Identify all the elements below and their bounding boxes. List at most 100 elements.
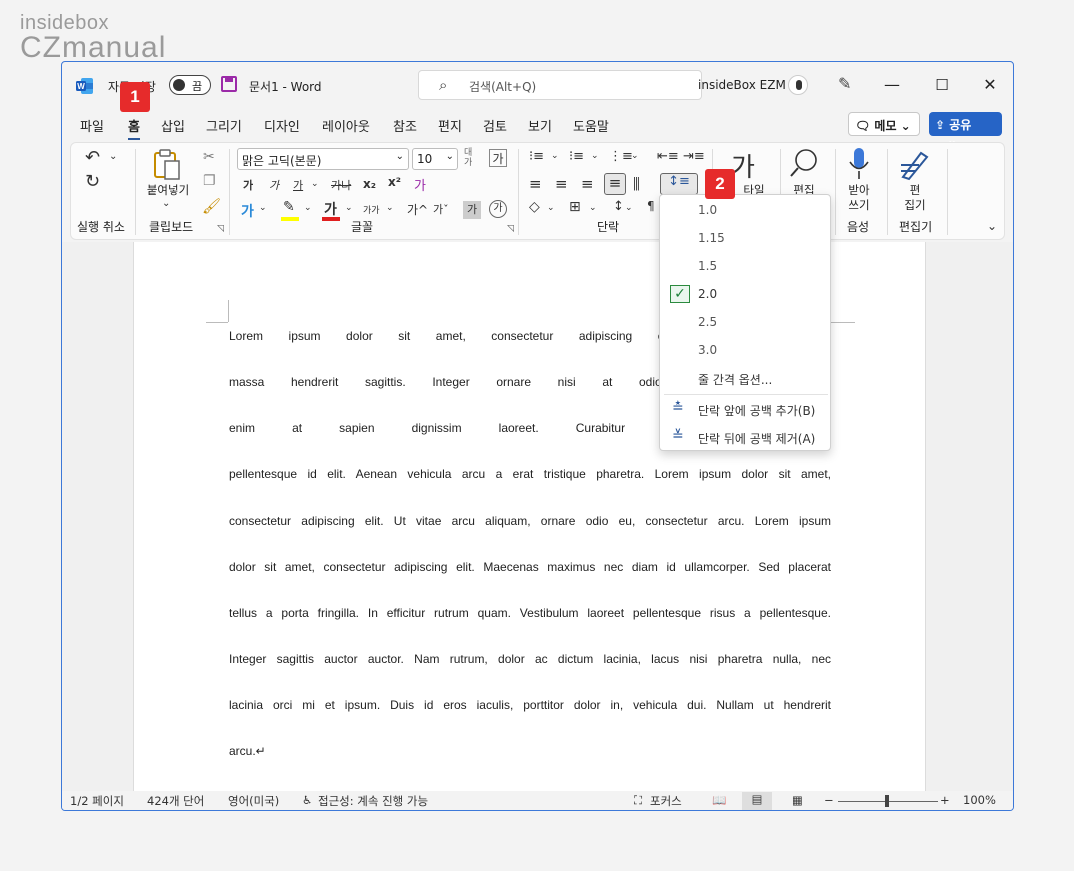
avatar[interactable] (788, 75, 808, 95)
text-effects-icon[interactable]: 가 (414, 175, 426, 194)
multilevel-list-icon[interactable]: ⋮≡ (609, 149, 633, 164)
read-mode-icon[interactable]: 📖 (712, 793, 726, 807)
redo-icon[interactable]: ↻ (85, 171, 100, 192)
chevron-down-icon[interactable]: ⌄ (304, 203, 312, 213)
autosave-toggle[interactable]: 끔 (169, 75, 211, 95)
bold-icon[interactable]: 가 (243, 177, 253, 193)
line-spacing-option[interactable]: 3.0 (660, 338, 830, 362)
editor-label[interactable]: 편 집기 (897, 183, 933, 213)
bullets-icon[interactable]: ⁝≡ (529, 149, 544, 164)
dictate-label[interactable]: 받아 쓰기 (841, 183, 877, 213)
distributed-icon[interactable]: ⫼ (633, 175, 640, 193)
zoom-out-button[interactable]: − (824, 793, 834, 807)
justify-icon[interactable]: ≡ (604, 173, 626, 195)
zoom-in-button[interactable]: + (940, 793, 950, 807)
focus-mode[interactable]: 포커스 (650, 793, 682, 809)
paste-icon[interactable] (153, 149, 183, 181)
copy-icon[interactable]: ❐ (203, 173, 216, 189)
line-spacing-options-item[interactable]: 줄 간격 옵션... (660, 366, 830, 390)
language[interactable]: 영어(미국) (228, 793, 279, 809)
enclose-character-icon[interactable]: 가 (489, 200, 507, 218)
add-space-before-item[interactable]: ≛ 단락 앞에 공백 추가(B) (660, 397, 830, 421)
chevron-down-icon[interactable]: ⌄ (259, 203, 267, 213)
chevron-down-icon[interactable]: ⌄ (589, 203, 597, 213)
line-spacing-option[interactable]: 1.5 (660, 254, 830, 278)
sort-icon[interactable]: ↕ (613, 199, 624, 214)
text-effect-icon[interactable]: 가 (241, 201, 254, 221)
chevron-down-icon[interactable]: ⌄ (311, 179, 319, 189)
character-shading-icon[interactable]: 가 (463, 201, 481, 219)
dialog-launcher-icon[interactable]: ◹ (217, 224, 224, 234)
change-case-icon[interactable]: 가가 (363, 203, 380, 216)
print-layout-icon[interactable]: ▤ (742, 792, 772, 810)
line-spacing-option[interactable]: 1.15 (660, 226, 830, 250)
document-area[interactable]: Lorem ipsum dolor sit amet, consectetur … (62, 242, 1013, 802)
tab-file[interactable]: 파일 (80, 116, 104, 135)
tab-design[interactable]: 디자인 (264, 116, 300, 135)
chevron-down-icon[interactable]: ⌄ (547, 203, 555, 213)
borders-icon[interactable]: ⊞ (569, 199, 581, 215)
superscript-icon[interactable]: x² (388, 175, 401, 189)
increase-indent-icon[interactable]: ⇥≡ (683, 149, 705, 164)
chevron-down-icon[interactable]: ⌄ (162, 198, 170, 209)
chevron-down-icon[interactable]: ⌄ (109, 151, 117, 162)
save-icon[interactable] (221, 76, 237, 92)
paste-label[interactable]: 붙여넣기 (141, 183, 195, 198)
tab-layout[interactable]: 레이아웃 (322, 116, 370, 135)
chevron-down-icon[interactable]: ⌄ (625, 203, 633, 213)
undo-icon[interactable]: ↶ (85, 147, 100, 168)
zoom-level[interactable]: 100% (963, 793, 996, 807)
word-count[interactable]: 424개 단어 (147, 793, 204, 809)
chevron-down-icon[interactable]: ⌄ (631, 151, 639, 161)
user-name[interactable]: insideBox EZM (698, 78, 786, 92)
grow-font-icon[interactable]: 대가 (464, 148, 472, 168)
highlight-icon[interactable]: ✎ (283, 199, 295, 215)
chevron-down-icon[interactable]: ⌄ (345, 203, 353, 213)
tab-mailings[interactable]: 편지 (438, 116, 462, 135)
minimize-button[interactable]: — (877, 72, 907, 98)
remove-space-after-item[interactable]: ≚ 단락 뒤에 공백 제거(A) (660, 425, 830, 449)
clear-format-icon[interactable]: 가 (489, 149, 507, 167)
shading-icon[interactable]: ◇ (529, 199, 540, 215)
close-button[interactable]: ✕ (975, 72, 1005, 98)
subscript-icon[interactable]: x₂ (363, 177, 376, 191)
find-icon[interactable] (788, 147, 820, 179)
comments-button[interactable]: 🗨 메모 ⌄ (848, 112, 920, 136)
chevron-down-icon[interactable]: ⌄ (386, 203, 394, 213)
cut-icon[interactable]: ✂ (203, 149, 215, 165)
search-input[interactable]: ⌕ 검색(Alt+Q) (418, 70, 702, 100)
shrink-font-size-icon[interactable]: 가ˇ (433, 201, 449, 217)
designer-wand-icon[interactable]: ✎ (838, 74, 851, 93)
chevron-down-icon[interactable]: ⌄ (591, 151, 599, 161)
tab-help[interactable]: 도움말 (573, 116, 609, 135)
font-name-select[interactable]: 맑은 고딕(본문) ⌄ (237, 148, 409, 170)
line-spacing-option[interactable]: 2.5 (660, 310, 830, 334)
decrease-indent-icon[interactable]: ⇤≡ (657, 149, 679, 164)
share-button[interactable]: ⇪ 공유 ⌄ (929, 112, 1002, 147)
editor-icon[interactable] (899, 147, 933, 181)
tab-view[interactable]: 보기 (528, 116, 552, 135)
tab-insert[interactable]: 삽입 (161, 116, 185, 135)
accessibility-status[interactable]: 접근성: 계속 진행 가능 (318, 793, 428, 809)
underline-icon[interactable]: 가 (293, 177, 303, 193)
tab-home[interactable]: 홈 (128, 116, 140, 140)
line-spacing-button[interactable]: ↕≡ ⌄ (660, 173, 698, 204)
zoom-slider-thumb[interactable] (885, 795, 889, 807)
italic-icon[interactable]: 가 (269, 177, 279, 193)
tab-draw[interactable]: 그리기 (206, 116, 242, 135)
maximize-button[interactable]: ☐ (927, 72, 957, 98)
chevron-down-icon[interactable]: ⌄ (551, 151, 559, 161)
ribbon-expand-icon[interactable]: ⌄ (987, 219, 997, 233)
numbering-icon[interactable]: ⁝≡ (569, 149, 584, 164)
page-count[interactable]: 1/2 페이지 (70, 793, 124, 809)
show-marks-icon[interactable]: ¶ (647, 199, 655, 213)
align-right-icon[interactable]: ≡ (581, 175, 594, 193)
tab-review[interactable]: 검토 (483, 116, 507, 135)
format-painter-icon[interactable]: 🖌 (202, 197, 221, 215)
microphone-icon[interactable] (846, 147, 872, 181)
grow-font-size-icon[interactable]: 가^ (407, 201, 428, 218)
align-center-icon[interactable]: ≡ (555, 175, 568, 193)
font-size-select[interactable]: 10 ⌄ (412, 148, 458, 170)
tab-references[interactable]: 참조 (393, 116, 417, 135)
align-left-icon[interactable]: ≡ (529, 175, 542, 193)
